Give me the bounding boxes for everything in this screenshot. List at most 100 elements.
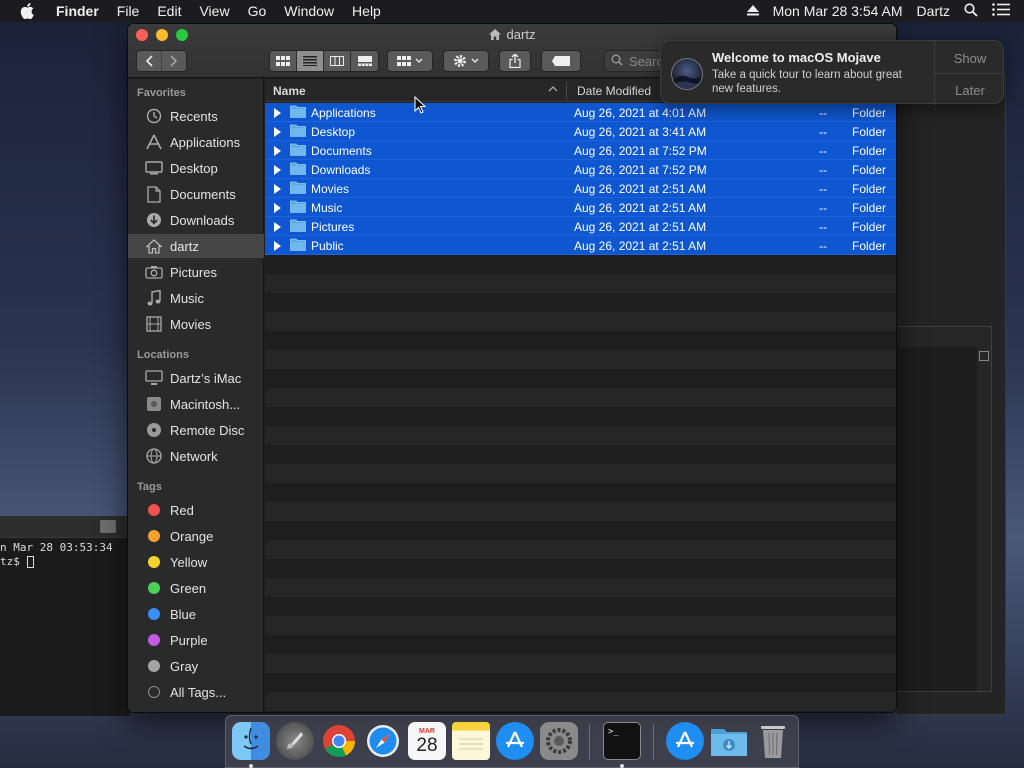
sidebar-tag-blue[interactable]: Blue (128, 602, 264, 626)
column-date-header[interactable]: Date Modified (577, 84, 651, 98)
disclosure-triangle-icon[interactable] (274, 165, 281, 175)
eject-icon[interactable] (746, 3, 759, 19)
column-name-header[interactable]: Name (273, 84, 306, 98)
gallery-view-button[interactable] (351, 51, 378, 71)
trash-icon[interactable] (754, 722, 792, 760)
orange-tag-icon (148, 530, 160, 542)
empty-row (265, 350, 896, 369)
background-window-content (897, 347, 977, 691)
empty-row (265, 597, 896, 616)
menu-finder[interactable]: Finder (56, 3, 99, 19)
forward-button[interactable] (161, 51, 186, 71)
notification-center-icon[interactable] (992, 3, 1010, 19)
empty-row (265, 312, 896, 331)
app-store-icon[interactable] (496, 722, 534, 760)
file-date-modified: Aug 26, 2021 at 3:41 AM (574, 125, 707, 139)
background-window-2[interactable] (896, 326, 992, 692)
sidebar-tag-all[interactable]: All Tags... (128, 680, 264, 704)
sidebar-tag-gray[interactable]: Gray (128, 654, 264, 678)
sidebar-item-label: Blue (170, 606, 197, 622)
finder-window: dartz Searc Favorites Recents Applicatio… (127, 23, 897, 713)
downloads-folder-icon[interactable] (710, 722, 748, 760)
table-row[interactable]: Pictures Aug 26, 2021 at 2:51 AM -- Folder (265, 217, 896, 236)
table-row[interactable]: Public Aug 26, 2021 at 2:51 AM -- Folder (265, 236, 896, 255)
sidebar-tag-yellow[interactable]: Yellow (128, 550, 264, 574)
launchpad-icon[interactable] (276, 722, 314, 760)
spotlight-icon[interactable] (964, 2, 978, 20)
disclosure-triangle-icon[interactable] (274, 127, 281, 137)
table-row[interactable]: Documents Aug 26, 2021 at 7:52 PM -- Folder (265, 141, 896, 160)
calendar-icon[interactable]: MAR 28 (408, 722, 446, 760)
share-button[interactable] (499, 50, 531, 72)
sidebar-item-downloads[interactable]: Downloads (128, 208, 264, 232)
terminal-icon[interactable]: >_ (603, 722, 641, 760)
notes-icon[interactable] (452, 722, 490, 760)
table-row[interactable]: Music Aug 26, 2021 at 2:51 AM -- Folder (265, 198, 896, 217)
sidebar-item-documents[interactable]: Documents (128, 182, 264, 206)
applications-folder-icon[interactable] (666, 722, 704, 760)
sidebar-tag-purple[interactable]: Purple (128, 628, 264, 652)
empty-row (265, 445, 896, 464)
sidebar-item-label: Purple (170, 632, 208, 648)
sidebar-tag-green[interactable]: Green (128, 576, 264, 600)
later-button[interactable]: Later (935, 83, 1005, 98)
sidebar-item-imac[interactable]: Dartz’s iMac (128, 366, 264, 390)
sidebar-item-desktop[interactable]: Desktop (128, 156, 264, 180)
table-row[interactable]: Applications Aug 26, 2021 at 4:01 AM -- Fol… (265, 103, 896, 122)
show-button[interactable]: Show (935, 51, 1005, 66)
disclosure-triangle-icon[interactable] (274, 222, 281, 232)
sidebar-item-home[interactable]: dartz (128, 234, 264, 258)
menu-help[interactable]: Help (352, 3, 381, 19)
apple-menu-icon[interactable] (20, 3, 40, 19)
folder-icon (290, 124, 306, 140)
column-divider[interactable] (566, 82, 567, 99)
table-row[interactable]: Desktop Aug 26, 2021 at 3:41 AM -- Folder (265, 122, 896, 141)
icon-view-button[interactable] (270, 51, 297, 71)
edit-tags-button[interactable] (541, 50, 581, 72)
sidebar-item-macintosh-hd[interactable]: Macintosh... (128, 392, 264, 416)
sidebar-item-movies[interactable]: Movies (128, 312, 264, 336)
list-view-button[interactable] (297, 51, 324, 71)
notification-banner[interactable]: Welcome to macOS Mojave Take a quick tou… (660, 40, 1005, 105)
column-view-button[interactable] (324, 51, 351, 71)
menu-window[interactable]: Window (284, 3, 334, 19)
background-terminal-window[interactable]: n Mar 28 03:53:34 tz$ (0, 516, 130, 716)
finder-icon[interactable] (232, 722, 270, 760)
back-button[interactable] (137, 51, 161, 71)
user-menu[interactable]: Dartz (917, 3, 950, 19)
running-indicator (620, 764, 624, 768)
sidebar-item-label: Pictures (170, 264, 217, 280)
group-by-button[interactable] (387, 50, 433, 72)
sidebar-item-network[interactable]: Network (128, 444, 264, 468)
file-date-modified: Aug 26, 2021 at 4:01 AM (574, 106, 707, 120)
table-row[interactable]: Movies Aug 26, 2021 at 2:51 AM -- Folder (265, 179, 896, 198)
clock-text[interactable]: Mon Mar 28 3:54 AM (773, 3, 903, 19)
safari-icon[interactable] (364, 722, 402, 760)
system-preferences-icon[interactable] (540, 722, 578, 760)
action-gear-button[interactable] (443, 50, 489, 72)
menu-go[interactable]: Go (248, 3, 267, 19)
file-size: -- (819, 220, 827, 234)
disclosure-triangle-icon[interactable] (274, 146, 281, 156)
disclosure-triangle-icon[interactable] (274, 203, 281, 213)
menu-file[interactable]: File (117, 3, 140, 19)
menu-view[interactable]: View (199, 3, 229, 19)
menu-edit[interactable]: Edit (157, 3, 181, 19)
sidebar-tag-red[interactable]: Red (128, 498, 264, 522)
disclosure-triangle-icon[interactable] (274, 184, 281, 194)
disclosure-triangle-icon[interactable] (274, 241, 281, 251)
sidebar-item-music[interactable]: Music (128, 286, 264, 310)
chrome-icon[interactable] (320, 722, 358, 760)
sidebar-tag-orange[interactable]: Orange (128, 524, 264, 548)
desktop-icon (144, 161, 164, 175)
folder-icon (290, 181, 306, 197)
file-name: Downloads (311, 163, 371, 177)
sidebar-item-pictures[interactable]: Pictures (128, 260, 264, 284)
sidebar-item-recents[interactable]: Recents (128, 104, 264, 128)
sidebar-item-remote-disc[interactable]: Remote Disc (128, 418, 264, 442)
list-view-icon (979, 351, 989, 361)
table-row[interactable]: Downloads Aug 26, 2021 at 7:52 PM -- Folder (265, 160, 896, 179)
disclosure-triangle-icon[interactable] (274, 108, 281, 118)
sidebar-item-label: Green (170, 580, 207, 596)
sidebar-item-applications[interactable]: Applications (128, 130, 264, 154)
